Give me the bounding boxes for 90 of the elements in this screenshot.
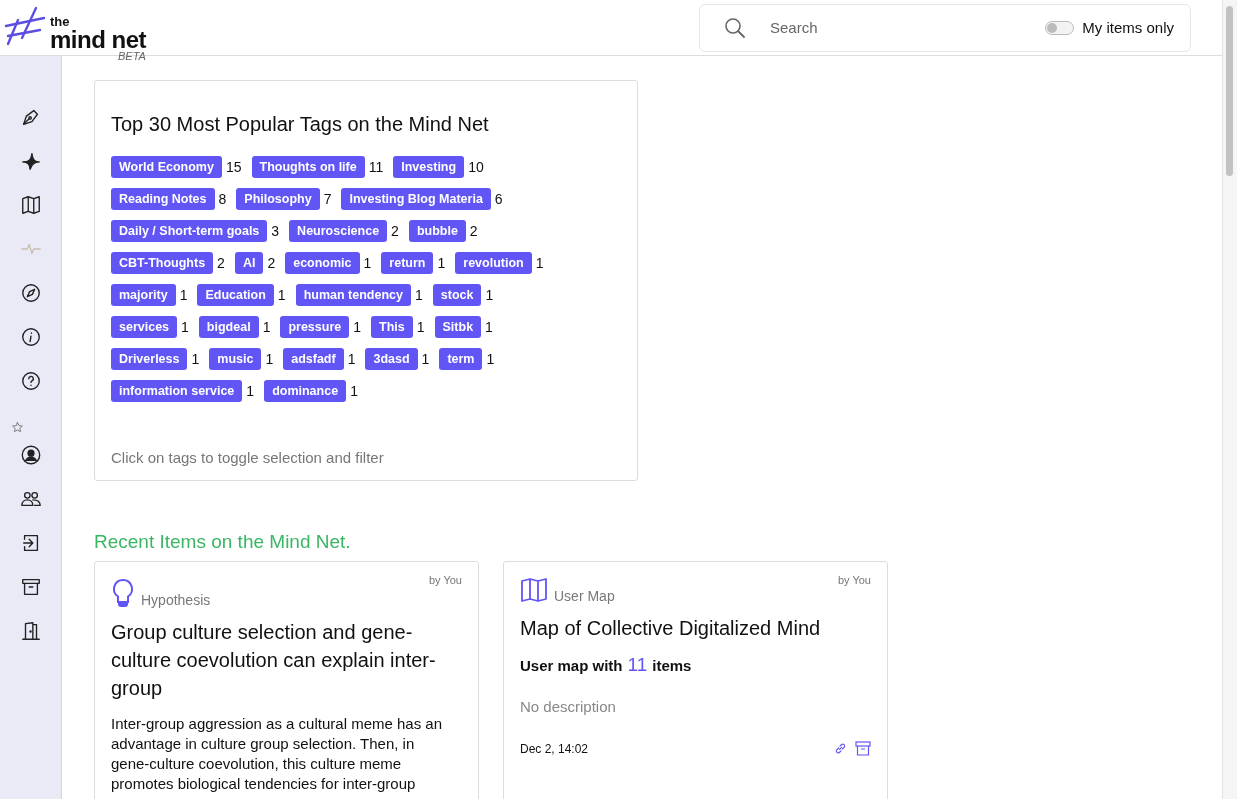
tag-count: 1 bbox=[350, 383, 358, 399]
tag-chip[interactable]: services bbox=[111, 316, 178, 338]
search-field[interactable]: Search bbox=[768, 18, 1024, 37]
tag-chip[interactable]: Driverless bbox=[111, 348, 188, 370]
tag-count: 1 bbox=[485, 287, 494, 303]
tag-count: 11 bbox=[368, 159, 384, 175]
lightbulb-icon bbox=[111, 578, 135, 608]
link-icon[interactable] bbox=[834, 742, 847, 755]
tag-count: 1 bbox=[191, 351, 200, 367]
tag-chip[interactable]: bubble bbox=[408, 220, 466, 242]
tag-chip[interactable]: 3dasd bbox=[365, 348, 418, 370]
tag-count: 1 bbox=[262, 319, 271, 335]
tag-chip[interactable]: Thoughts on life bbox=[251, 156, 365, 178]
tag-count: 6 bbox=[494, 191, 503, 207]
beta-label: BETA bbox=[118, 49, 146, 62]
tag-count: 2 bbox=[469, 223, 478, 239]
summary-text: items bbox=[652, 657, 692, 674]
recent-title: Recent Items on the Mind Net. bbox=[94, 531, 352, 553]
item-title: Map of Collective Digitalized Mind bbox=[520, 616, 822, 641]
star-nav-icon[interactable] bbox=[9, 419, 26, 435]
tag-chip[interactable]: bigdeal bbox=[198, 316, 259, 338]
tag-chip[interactable]: Investing bbox=[393, 156, 465, 178]
tag-chip[interactable]: majority bbox=[111, 284, 176, 306]
tag-chip[interactable]: Reading Notes bbox=[111, 188, 215, 210]
tag-count: 1 bbox=[437, 255, 446, 271]
tag-chip[interactable]: return bbox=[381, 252, 434, 274]
tag-count: 2 bbox=[391, 223, 399, 239]
search-icon bbox=[724, 16, 746, 39]
item-type: User Map bbox=[554, 588, 615, 604]
tag-chip[interactable]: AI bbox=[234, 252, 264, 274]
item-count: 11 bbox=[627, 654, 648, 676]
map-icon bbox=[520, 578, 548, 604]
tag-chip[interactable]: Sitbk bbox=[434, 316, 482, 338]
item-title: Group culture selection and gene-culture coevolution can explain inter-group bbox=[111, 620, 437, 701]
tag-chip[interactable]: music bbox=[209, 348, 262, 370]
item-date: Dec 2, 14:02 bbox=[520, 741, 589, 756]
archive-icon[interactable] bbox=[855, 741, 871, 756]
tag-chip[interactable]: economic bbox=[285, 252, 360, 274]
tag-count: 2 bbox=[217, 255, 225, 271]
tag-count: 1 bbox=[363, 255, 372, 271]
tag-chip[interactable]: stock bbox=[432, 284, 482, 306]
tag-count: 1 bbox=[486, 351, 495, 367]
tag-chip[interactable]: dominance bbox=[264, 380, 347, 402]
tag-count: 1 bbox=[246, 383, 255, 399]
tag-chip[interactable]: information service bbox=[111, 380, 243, 402]
item-card[interactable]: User Map by You Map of Collective Digitalized Mind User map with 11 items No description Dec 2, 14:02 bbox=[503, 561, 888, 799]
tag-count: 1 bbox=[265, 351, 274, 367]
tag-chip[interactable]: Philosophy bbox=[236, 188, 320, 210]
tag-count: 1 bbox=[179, 287, 188, 303]
tag-chip[interactable]: Neuroscience bbox=[289, 220, 388, 242]
tag-count: 2 bbox=[267, 255, 276, 271]
item-description: No description bbox=[520, 698, 617, 715]
tag-chip[interactable]: term bbox=[439, 348, 483, 370]
tags-hint: Click on tags to toggle selection and filter bbox=[111, 449, 385, 466]
toggle-label: My items only bbox=[1082, 19, 1174, 36]
logo-small-text: the bbox=[50, 14, 71, 28]
tag-chip[interactable]: human tendency bbox=[295, 284, 411, 306]
tag-count: 15 bbox=[225, 159, 242, 175]
tag-chip[interactable]: adsfadf bbox=[283, 348, 344, 370]
tag-count: 1 bbox=[416, 319, 425, 335]
author-label: by You bbox=[837, 574, 871, 586]
item-body: Inter-group aggression as a cultural meme has an advantage in culture group selection. Then, in gene-culture coevolution, this culture meme promotes biological tendencies for inter-group bbox=[111, 714, 443, 794]
tag-count: 1 bbox=[415, 287, 423, 303]
tag-count: 1 bbox=[421, 351, 430, 367]
tags-title: Top 30 Most Popular Tags on the Mind Net bbox=[111, 113, 490, 136]
tag-chip[interactable]: This bbox=[371, 316, 413, 338]
tag-count: 1 bbox=[535, 255, 544, 271]
tag-chip[interactable]: Investing Blog Materia bbox=[341, 188, 491, 210]
logo-text: mind net bbox=[50, 27, 146, 52]
tag-count: 1 bbox=[485, 319, 493, 335]
author-label: by You bbox=[428, 574, 462, 586]
tag-chip[interactable]: CBT-Thoughts bbox=[111, 252, 214, 274]
tag-chip[interactable]: World Economy bbox=[111, 156, 222, 178]
scrollbar[interactable] bbox=[1222, 0, 1237, 799]
tag-count: 10 bbox=[468, 159, 484, 175]
tag-count: 1 bbox=[353, 319, 362, 335]
tag-count: 1 bbox=[347, 351, 356, 367]
tag-count: 1 bbox=[277, 287, 286, 303]
tag-chip[interactable]: pressure bbox=[280, 316, 350, 338]
summary-text: User map with bbox=[520, 657, 623, 674]
tag-count: 8 bbox=[218, 191, 227, 207]
tag-count: 1 bbox=[181, 319, 189, 335]
my-items-toggle[interactable] bbox=[1045, 20, 1075, 35]
tag-chip[interactable]: Education bbox=[197, 284, 274, 306]
tag-chip[interactable]: Daily / Short-term goals bbox=[111, 220, 268, 242]
tag-chip[interactable]: revolution bbox=[455, 252, 532, 274]
tag-count: 3 bbox=[271, 223, 280, 239]
item-type: Hypothesis bbox=[141, 592, 211, 608]
tag-count: 7 bbox=[323, 191, 332, 207]
item-card[interactable] bbox=[94, 561, 479, 799]
